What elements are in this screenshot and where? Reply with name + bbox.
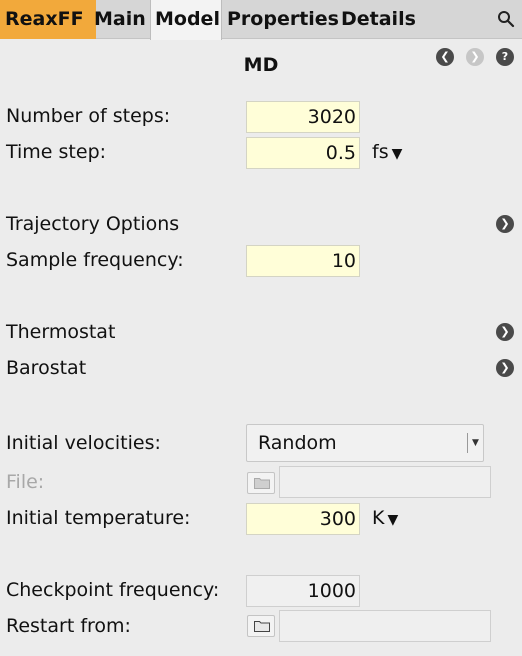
folder-icon <box>254 478 270 489</box>
barostat-label[interactable]: Barostat <box>6 357 86 379</box>
initial-velocities-select[interactable]: Random ▼ <box>246 424 484 462</box>
caret-down-icon: ▼ <box>472 438 479 448</box>
forward-arrow-icon[interactable]: ❯ <box>466 48 484 66</box>
checkpoint-frequency-label: Checkpoint frequency: <box>6 579 220 601</box>
steps-input[interactable]: 3020 <box>246 101 360 133</box>
checkpoint-frequency-input[interactable]: 1000 <box>246 575 360 607</box>
caret-down-icon: ▼ <box>387 512 399 528</box>
file-path-input <box>279 466 491 498</box>
thermostat-label[interactable]: Thermostat <box>6 321 115 343</box>
select-value: Random <box>258 432 337 454</box>
restart-from-label: Restart from: <box>6 615 131 637</box>
tab-main[interactable]: Main <box>94 0 146 39</box>
timestep-input[interactable]: 0.5 <box>246 137 360 169</box>
initial-velocities-label: Initial velocities: <box>6 432 161 454</box>
tab-details[interactable]: Details <box>341 0 416 39</box>
tab-properties[interactable]: Properties <box>227 0 339 39</box>
help-icon[interactable]: ? <box>496 48 514 66</box>
temperature-unit-select[interactable]: K ▼ <box>372 507 398 529</box>
chevron-right-icon[interactable]: ❯ <box>496 359 514 377</box>
select-divider <box>467 433 468 453</box>
caret-down-icon: ▼ <box>391 146 403 162</box>
sample-frequency-input[interactable]: 10 <box>246 245 360 277</box>
initial-temperature-label: Initial temperature: <box>6 507 191 529</box>
timestep-unit: fs <box>372 141 389 163</box>
timestep-label: Time step: <box>6 141 107 163</box>
file-browse-button <box>247 472 275 494</box>
back-arrow-icon[interactable]: ❮ <box>436 48 454 66</box>
folder-icon <box>254 621 270 632</box>
file-label: File: <box>6 471 45 493</box>
initial-temperature-input[interactable]: 300 <box>246 503 360 535</box>
restart-browse-button[interactable] <box>247 615 275 637</box>
tab-model[interactable]: Model <box>150 0 222 40</box>
tab-reaxff[interactable]: ReaxFF <box>0 0 96 39</box>
restart-path-input[interactable] <box>279 610 491 642</box>
steps-label: Number of steps: <box>6 105 171 127</box>
chevron-right-icon[interactable]: ❯ <box>496 215 514 233</box>
sample-frequency-label: Sample frequency: <box>6 249 184 271</box>
trajectory-options-label[interactable]: Trajectory Options <box>6 213 179 235</box>
tab-bar: ReaxFF Main Model Properties Details <box>0 0 522 40</box>
search-icon[interactable] <box>496 9 516 29</box>
temperature-unit: K <box>372 507 385 529</box>
timestep-unit-select[interactable]: fs ▼ <box>372 141 402 163</box>
chevron-right-icon[interactable]: ❯ <box>496 323 514 341</box>
